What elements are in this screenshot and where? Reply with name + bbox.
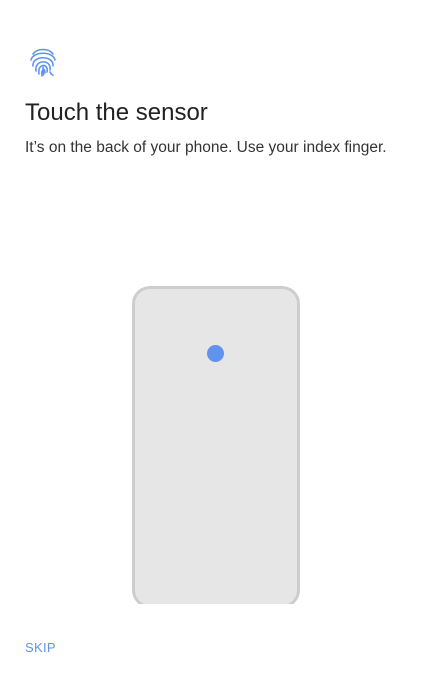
page-description: It’s on the back of your phone. Use your… (25, 139, 387, 156)
fingerprint-icon (28, 45, 58, 79)
phone-illustration (128, 286, 304, 610)
phone-outline (132, 286, 300, 608)
fingerprint-sensor-dot (207, 345, 224, 362)
page-title: Touch the sensor (25, 99, 208, 126)
skip-button[interactable]: SKIP (25, 639, 56, 657)
phone-bottom-cutoff (128, 604, 304, 610)
